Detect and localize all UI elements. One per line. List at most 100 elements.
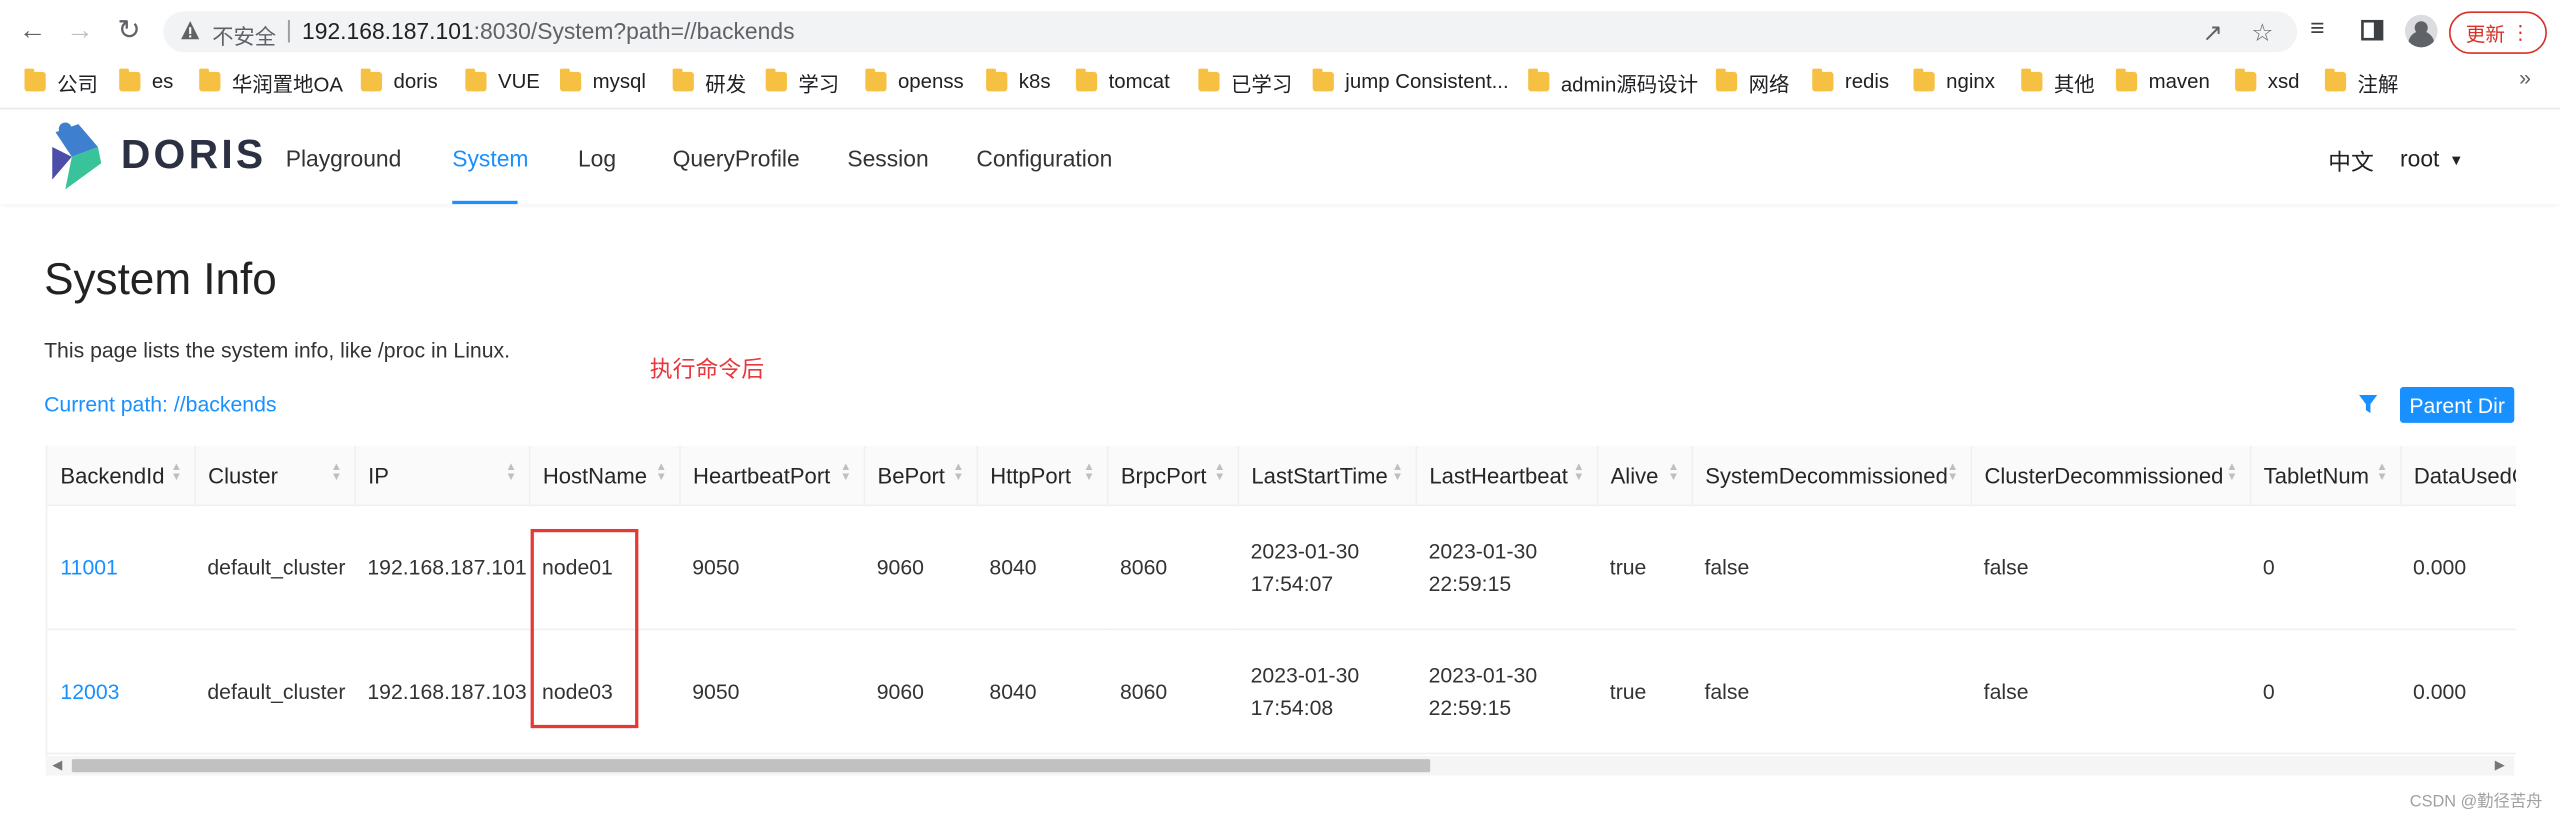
column-header[interactable]: HttpPort ▲ ▼: [976, 445, 1108, 507]
sort-icon[interactable]: ▲ ▼: [1214, 462, 1225, 484]
more-bookmarks-icon[interactable]: »: [2519, 65, 2531, 89]
backend-id-link[interactable]: 12003: [60, 679, 119, 703]
hostname-highlight-box: [530, 528, 639, 729]
bookmark-folder[interactable]: 研发: [672, 68, 746, 96]
backends-table: BackendId ▲ ▼ Cluster ▲ ▼ IP ▲ ▼ HostName ▲ ▼ He…: [45, 445, 2516, 756]
cluster-decommissioned-cell: false: [1970, 629, 2250, 755]
profile-avatar[interactable]: [2404, 14, 2438, 48]
bookmark-folder[interactable]: admin源码设计: [1528, 68, 1698, 96]
column-header[interactable]: HeartbeatPort ▲ ▼: [679, 445, 865, 507]
folder-icon: [765, 68, 787, 92]
language-switch[interactable]: 中文: [2328, 145, 2374, 178]
bookmark-folder[interactable]: jump Consistent...: [1312, 68, 1509, 95]
column-header[interactable]: DataUsedC: [2399, 445, 2516, 507]
scroll-right-arrow-icon[interactable]: ▶: [2495, 756, 2505, 776]
menu-session[interactable]: Session: [847, 145, 928, 171]
back-arrow-icon[interactable]: ←: [15, 13, 51, 49]
sort-icon[interactable]: ▲ ▼: [331, 462, 342, 484]
column-header[interactable]: HostName ▲ ▼: [528, 445, 680, 507]
column-header[interactable]: LastHeartbeat ▲ ▼: [1415, 445, 1598, 507]
bookmark-folder[interactable]: 已学习: [1198, 68, 1292, 96]
column-header[interactable]: Cluster ▲ ▼: [194, 445, 356, 507]
sort-icon[interactable]: ▲ ▼: [1668, 462, 1679, 484]
bookmark-folder[interactable]: 学习: [765, 68, 839, 96]
bookmark-folder[interactable]: doris: [360, 68, 438, 95]
address-bar[interactable]: 不安全 | 192.168.187.101:8030/System?path=/…: [163, 11, 2298, 53]
bookmark-folder[interactable]: 网络: [1715, 68, 1789, 96]
data-used-cell: 0.000: [2399, 505, 2516, 631]
doris-logo-icon[interactable]: [49, 121, 105, 193]
sort-icon[interactable]: ▲ ▼: [656, 462, 667, 484]
column-header[interactable]: IP ▲ ▼: [354, 445, 530, 507]
url-text[interactable]: 192.168.187.101:8030/System?path=//backe…: [302, 18, 794, 44]
column-header[interactable]: SystemDecommissioned ▲ ▼: [1691, 445, 1972, 507]
menu-log[interactable]: Log: [578, 145, 616, 171]
backend-id-link[interactable]: 11001: [60, 555, 117, 579]
reload-icon[interactable]: ↻: [111, 13, 147, 49]
star-icon[interactable]: ☆: [2251, 18, 2273, 48]
bookmark-folder[interactable]: redis: [1812, 68, 1889, 95]
parent-dir-button[interactable]: Parent Dir: [2399, 386, 2515, 423]
page-description: This page lists the system info, like /p…: [44, 337, 511, 363]
bookmark-folder[interactable]: tomcat: [1075, 68, 1170, 95]
scrollbar-thumb[interactable]: [71, 759, 1431, 773]
bookmark-folder[interactable]: openss: [865, 68, 964, 95]
share-icon[interactable]: ↗: [2202, 18, 2223, 48]
be-port-cell: 9060: [863, 505, 977, 631]
forward-arrow-icon[interactable]: →: [62, 13, 98, 49]
menu-playground[interactable]: Playground: [286, 145, 402, 171]
menu-configuration[interactable]: Configuration: [976, 145, 1112, 171]
sort-icon[interactable]: ▲ ▼: [1947, 462, 1958, 484]
bookmark-folder[interactable]: 其他: [2021, 68, 2095, 96]
menu-queryprofile[interactable]: QueryProfile: [673, 145, 800, 171]
sort-icon[interactable]: ▲ ▼: [1573, 462, 1584, 484]
bookmark-folder[interactable]: mysql: [559, 68, 646, 95]
sort-icon[interactable]: ▲ ▼: [171, 462, 182, 484]
annotation-note: 执行命令后: [649, 355, 765, 383]
column-header[interactable]: BackendId ▲ ▼: [47, 445, 196, 507]
bookmark-folder[interactable]: 注解: [2324, 68, 2398, 96]
bookmark-folder[interactable]: k8s: [986, 68, 1051, 95]
backend-id-cell[interactable]: 12003: [47, 629, 195, 755]
ip-cell: 192.168.187.103: [354, 629, 529, 755]
column-header[interactable]: Alive ▲ ▼: [1596, 445, 1693, 507]
bookmark-folder[interactable]: 华润置地OA: [199, 68, 343, 96]
bookmark-folder[interactable]: VUE: [465, 68, 540, 95]
caret-down-icon[interactable]: ▼: [2449, 152, 2464, 168]
active-menu-indicator: [452, 200, 518, 205]
sort-icon[interactable]: ▲ ▼: [505, 462, 516, 484]
heartbeat-port-cell: 9050: [679, 629, 864, 755]
browser-toolbar: ← → ↻ 不安全 | 192.168.187.101:8030/System?…: [0, 0, 2560, 63]
reading-list-icon[interactable]: ≡: [2310, 15, 2324, 43]
horizontal-scrollbar[interactable]: ◀ ▶: [45, 755, 2515, 776]
column-header[interactable]: BrpcPort ▲ ▼: [1106, 445, 1239, 507]
bookmark-folder[interactable]: es: [119, 68, 173, 95]
folder-icon: [672, 68, 694, 92]
column-header[interactable]: TabletNum ▲ ▼: [2249, 445, 2401, 507]
tablet-num-cell: 0: [2249, 505, 2400, 631]
bookmark-folder[interactable]: xsd: [2235, 68, 2300, 95]
bookmark-folder[interactable]: nginx: [1913, 68, 1995, 95]
bookmark-folder[interactable]: 公司: [24, 68, 98, 96]
backend-id-cell[interactable]: 11001: [47, 505, 195, 631]
user-menu[interactable]: root: [2400, 145, 2439, 171]
sort-icon[interactable]: ▲ ▼: [953, 462, 964, 484]
menu-system[interactable]: System: [452, 145, 528, 171]
column-header[interactable]: ClusterDecommissioned ▲ ▼: [1970, 445, 2251, 507]
app-header: DORIS Playground System Log QueryProfile…: [0, 107, 2560, 205]
update-button[interactable]: 更新 ⋮: [2448, 11, 2547, 54]
sort-icon[interactable]: ▲ ▼: [840, 462, 851, 484]
folder-icon: [2324, 68, 2347, 92]
scroll-left-arrow-icon[interactable]: ◀: [52, 756, 62, 776]
side-panel-icon[interactable]: [2361, 19, 2384, 41]
sort-icon[interactable]: ▲ ▼: [1083, 462, 1094, 484]
column-header[interactable]: BePort ▲ ▼: [863, 445, 978, 507]
filter-icon[interactable]: [2358, 393, 2379, 414]
folder-icon: [1075, 68, 1098, 92]
folder-icon: [465, 68, 487, 92]
sort-icon[interactable]: ▲ ▼: [2226, 462, 2237, 484]
sort-icon[interactable]: ▲ ▼: [2376, 462, 2387, 484]
column-header[interactable]: LastStartTime ▲ ▼: [1237, 445, 1417, 507]
bookmark-folder[interactable]: maven: [2115, 68, 2210, 95]
sort-icon[interactable]: ▲ ▼: [1392, 462, 1403, 484]
